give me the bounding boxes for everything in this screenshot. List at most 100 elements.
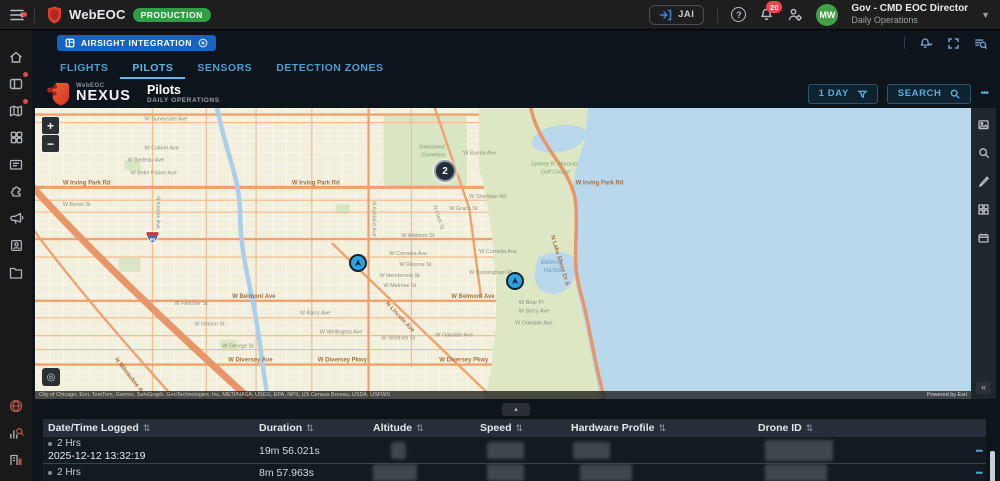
announcements-icon[interactable]	[8, 205, 24, 232]
globe-icon[interactable]	[8, 392, 24, 419]
table-row[interactable]: 2 Hrs 2025-12-12 13:32:19 19m 56.021s ••…	[43, 437, 986, 463]
sort-icon[interactable]: ⇅	[516, 423, 524, 434]
svg-text:W Buena Ave: W Buena Ave	[463, 150, 496, 156]
files-icon[interactable]	[8, 259, 24, 286]
svg-text:W Melrose St: W Melrose St	[384, 283, 417, 289]
board-search-icon[interactable]	[974, 37, 988, 50]
tab-flights[interactable]: FLIGHTS	[48, 56, 120, 79]
svg-text:W Cornelia Ave: W Cornelia Ave	[479, 249, 517, 255]
panel-header: WebEOC NEXUS Pilots DAILY OPERATIONS 1 D…	[32, 79, 1000, 108]
pilot-cluster-marker[interactable]: 2	[434, 160, 456, 182]
menu-alert-dot	[22, 12, 27, 17]
zoom-in-button[interactable]: +	[42, 117, 59, 134]
sort-icon[interactable]: ⇅	[416, 423, 424, 434]
boards-icon[interactable]	[8, 70, 24, 97]
airsight-integration-button[interactable]: AIRSIGHT INTEGRATION	[57, 35, 216, 51]
map-canvas[interactable]: 90 Graceland Cemetery W Irving Park Rd W…	[35, 108, 971, 399]
tab-pilots[interactable]: PILOTS	[120, 56, 185, 79]
table-scrollbar[interactable]	[990, 451, 995, 481]
map-locate-button[interactable]: ◎	[42, 368, 60, 386]
collapse-toolbar-button[interactable]: «	[976, 382, 991, 394]
row-duration: 8m 57.963s	[259, 467, 373, 479]
redacted-drone-id	[765, 440, 833, 461]
help-icon[interactable]: ?	[731, 7, 746, 22]
tab-bar: FLIGHTS PILOTS SENSORS DETECTION ZONES	[32, 56, 1000, 79]
redacted-hardware-profile	[580, 464, 632, 481]
col-drone-id[interactable]: Drone ID⇅	[758, 422, 963, 434]
row-actions-button[interactable]: •••	[963, 468, 986, 478]
drone-icon	[353, 258, 363, 268]
chevron-down-icon[interactable]: ▼	[981, 10, 990, 20]
table-row[interactable]: 2 Hrs 8m 57.963s •••	[43, 463, 986, 481]
svg-text:W Grace St: W Grace St	[449, 206, 478, 212]
search-icon	[950, 89, 960, 99]
basemap-icon[interactable]	[977, 118, 990, 131]
sort-icon[interactable]: ⇅	[806, 423, 814, 434]
measure-icon[interactable]	[977, 232, 990, 244]
apps-grid-icon[interactable]	[9, 124, 24, 151]
library-icon[interactable]	[8, 446, 24, 473]
col-altitude[interactable]: Altitude⇅	[373, 422, 480, 434]
col-speed[interactable]: Speed⇅	[480, 422, 571, 434]
col-datetime[interactable]: Date/Time Logged⇅	[48, 422, 259, 434]
notification-settings-icon[interactable]	[919, 37, 933, 50]
pilot-marker[interactable]	[506, 272, 524, 290]
attribution-text: City of Chicago, Esri, TomTom, Garmin, S…	[39, 392, 390, 398]
product-name: WebEOC	[69, 7, 126, 22]
display-board-icon[interactable]	[8, 151, 24, 178]
svg-text:W Briar Pl: W Briar Pl	[519, 300, 544, 306]
search-button[interactable]: SEARCH	[887, 84, 972, 104]
svg-text:W Diversey Pkwy: W Diversey Pkwy	[318, 358, 368, 364]
sort-icon[interactable]: ⇅	[658, 423, 666, 434]
notification-badge: 20	[766, 1, 782, 13]
svg-text:N Kedzie Ave: N Kedzie Ave	[154, 196, 160, 229]
draw-icon[interactable]	[978, 175, 990, 187]
tab-detection-zones[interactable]: DETECTION ZONES	[264, 56, 395, 79]
analytics-search-icon[interactable]	[8, 419, 24, 446]
col-duration[interactable]: Duration⇅	[259, 422, 373, 434]
row-actions-button[interactable]: •••	[963, 446, 986, 456]
svg-text:W Barry Ave: W Barry Ave	[519, 309, 549, 315]
webeoc-shield-icon	[47, 6, 62, 24]
more-options-button[interactable]: •••	[980, 88, 988, 99]
svg-text:W Oakdale Ave: W Oakdale Ave	[435, 333, 473, 339]
fullscreen-icon[interactable]	[947, 37, 960, 50]
avatar[interactable]: MW	[816, 4, 838, 26]
svg-text:W Berteau Ave: W Berteau Ave	[128, 157, 164, 163]
sort-icon[interactable]: ⇅	[143, 423, 151, 434]
row-age: 2 Hrs	[48, 467, 259, 479]
map-zoom-controls: + −	[42, 117, 59, 152]
bell-icon[interactable]: 20	[759, 7, 774, 22]
layers-icon[interactable]	[977, 203, 990, 216]
panel-collapse-row: ▴	[32, 399, 1000, 419]
maps-icon[interactable]	[8, 97, 24, 124]
screen: WebEOC PRODUCTION JAI ? 20 MW Gov - CMD …	[0, 0, 1000, 481]
map-search-icon[interactable]	[978, 147, 990, 159]
svg-text:W George St: W George St	[222, 344, 254, 350]
home-icon[interactable]	[8, 43, 24, 70]
contacts-icon[interactable]	[9, 232, 24, 259]
sort-icon[interactable]: ⇅	[306, 423, 314, 434]
locate-icon: ◎	[47, 372, 56, 383]
redacted-speed	[487, 442, 524, 459]
user-menu[interactable]: Gov - CMD EOC Director Daily Operations	[851, 3, 968, 27]
close-circle-icon[interactable]	[198, 38, 208, 48]
jai-button[interactable]: JAI	[649, 5, 704, 25]
plugins-icon[interactable]	[8, 178, 24, 205]
svg-text:W Cornelia Ave: W Cornelia Ave	[389, 251, 427, 257]
svg-text:W Roscoe St: W Roscoe St	[399, 262, 431, 268]
sign-in-icon	[659, 9, 672, 21]
map[interactable]: 90 Graceland Cemetery W Irving Park Rd W…	[35, 108, 996, 399]
cluster-count: 2	[442, 166, 448, 177]
tab-sensors[interactable]: SENSORS	[185, 56, 264, 79]
collapse-table-button[interactable]: ▴	[502, 403, 530, 416]
menu-collapse-icon[interactable]	[0, 8, 34, 22]
col-hardware-profile[interactable]: Hardware Profile⇅	[571, 422, 758, 434]
divider	[717, 7, 718, 23]
time-range-button[interactable]: 1 DAY	[808, 84, 878, 104]
user-settings-icon[interactable]	[787, 7, 803, 22]
pilot-marker[interactable]	[349, 254, 367, 272]
svg-text:W Barry Ave: W Barry Ave	[300, 311, 330, 317]
status-dot	[48, 442, 52, 446]
zoom-out-button[interactable]: −	[42, 135, 59, 152]
